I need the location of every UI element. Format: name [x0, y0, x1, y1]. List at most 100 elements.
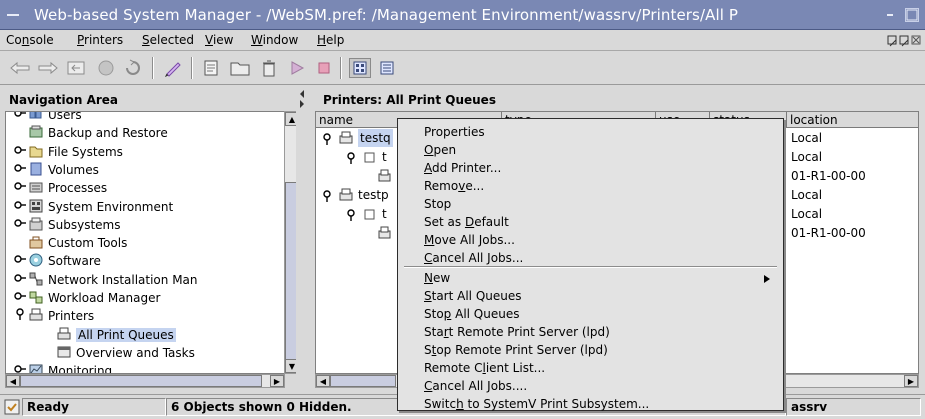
- context-menu-item-set-as-default[interactable]: Set as Default: [424, 213, 509, 231]
- nav-hscroll-thumb[interactable]: [20, 375, 262, 387]
- menu-printers[interactable]: Printers: [77, 33, 123, 47]
- context-menu-item-new[interactable]: New: [424, 269, 450, 287]
- context-menu-item-remove[interactable]: Remove...: [424, 177, 484, 195]
- context-menu-item-cancel-all-jobs[interactable]: Cancel All Jobs...: [424, 249, 523, 267]
- nav-item-volumes[interactable]: Volumes: [14, 161, 99, 179]
- nav-item-software[interactable]: Software: [14, 252, 101, 270]
- menu-selected[interactable]: Selected: [142, 33, 194, 47]
- nav-item-label: Workload Manager: [48, 291, 161, 305]
- expand-toggle-icon[interactable]: [14, 112, 28, 124]
- start-button[interactable]: [286, 58, 308, 78]
- large-icons-view-button[interactable]: [349, 58, 371, 78]
- context-menu-item-switch-to-systemv-print-subsystem[interactable]: Switch to SystemV Print Subsystem...: [424, 395, 649, 413]
- monitoring-icon: [28, 362, 44, 373]
- nav-item-subsystems[interactable]: Subsystems: [14, 216, 120, 234]
- nav-item-users[interactable]: Users: [14, 112, 82, 124]
- context-menu-item-open[interactable]: Open: [424, 141, 456, 159]
- nav-item-backup-and-restore[interactable]: Backup and Restore: [14, 124, 168, 142]
- system-environment-icon: [28, 198, 44, 216]
- nav-item-monitoring[interactable]: Monitoring: [14, 362, 113, 374]
- custom-tools-icon: [28, 234, 44, 252]
- nav-item-custom-tools[interactable]: Custom Tools: [14, 234, 127, 252]
- edit-button[interactable]: [163, 58, 185, 78]
- expand-toggle-icon[interactable]: [14, 198, 28, 216]
- context-menu-item-add-printer[interactable]: Add Printer...: [424, 159, 501, 177]
- nav-item-overview-and-tasks[interactable]: Overview and Tasks: [42, 344, 195, 362]
- column-header-location[interactable]: location: [787, 112, 918, 128]
- nav-scroll-right-button[interactable]: ▶: [270, 375, 284, 387]
- forward-icon: [38, 61, 58, 75]
- content-scroll-left-button[interactable]: ◀: [316, 375, 330, 387]
- toolbar: [0, 51, 925, 85]
- menu-view[interactable]: View: [205, 33, 233, 47]
- menu-help[interactable]: Help: [317, 33, 344, 47]
- context-menu-item-start-remote-print-server-lpd[interactable]: Start Remote Print Server (lpd): [424, 323, 610, 341]
- up-level-button[interactable]: [66, 58, 88, 78]
- context-menu: Properties Open Add Printer... Remove... Sto…: [397, 118, 784, 411]
- status-host: assrv: [786, 398, 921, 416]
- content-hscroll-thumb[interactable]: [330, 375, 396, 387]
- expand-toggle-icon[interactable]: [14, 252, 28, 270]
- edit-icon: [164, 62, 181, 77]
- context-menu-item-properties[interactable]: Properties: [424, 123, 485, 141]
- stop-button[interactable]: [95, 58, 117, 78]
- menu-bar: Console Printers Selected View Window He…: [0, 31, 925, 51]
- open-button[interactable]: [229, 58, 251, 78]
- nav-item-processes[interactable]: Processes: [14, 179, 107, 197]
- nav-item-workload-manager[interactable]: Workload Manager: [14, 289, 160, 307]
- expand-toggle-icon[interactable]: [14, 271, 28, 289]
- menu-window[interactable]: Window: [251, 33, 298, 47]
- minimize-button[interactable]: [883, 8, 897, 22]
- location-cell: Local: [791, 131, 823, 145]
- expand-toggle-icon[interactable]: [14, 216, 28, 234]
- stop-queue-icon: [318, 62, 330, 74]
- context-menu-item-move-all-jobs[interactable]: Move All Jobs...: [424, 231, 515, 249]
- volumes-icon: [28, 161, 44, 179]
- expand-toggle-icon[interactable]: [14, 362, 28, 373]
- delete-button[interactable]: [258, 58, 280, 78]
- expand-toggle-icon[interactable]: [14, 143, 28, 161]
- submenu-arrow-icon: [763, 273, 771, 287]
- properties-button[interactable]: [200, 58, 222, 78]
- context-menu-item-stop-all-queues[interactable]: Stop All Queues: [424, 305, 519, 323]
- network-installation-icon: [28, 271, 44, 289]
- forward-button[interactable]: [37, 58, 59, 78]
- nav-item-printers[interactable]: Printers: [14, 307, 94, 325]
- expand-toggle-icon[interactable]: [14, 289, 28, 307]
- menu-console[interactable]: Console: [6, 33, 54, 47]
- stop-queue-button[interactable]: [313, 58, 335, 78]
- detach-icon[interactable]: [886, 34, 922, 51]
- maximize-icon: [906, 9, 918, 21]
- nav-item-file-systems[interactable]: File Systems: [14, 143, 123, 161]
- expand-toggle-icon[interactable]: [14, 161, 28, 179]
- content-header: Printers: All Print Queues: [315, 90, 919, 110]
- context-menu-item-cancel-all-jobs[interactable]: Cancel All Jobs....: [424, 377, 527, 395]
- context-menu-item-stop-remote-print-server-lpd[interactable]: Stop Remote Print Server (lpd): [424, 341, 608, 359]
- nav-item-all-print-queues[interactable]: All Print Queues: [42, 326, 176, 344]
- queue-name: testp: [358, 188, 389, 202]
- context-menu-item-remote-client-list[interactable]: Remote Client List...: [424, 359, 545, 377]
- printer-icon: [28, 307, 44, 325]
- device-name: t: [382, 150, 387, 164]
- window-menu-button[interactable]: [6, 8, 20, 22]
- nav-item-label: File Systems: [48, 144, 123, 159]
- nav-item-label: Monitoring: [48, 364, 113, 374]
- content-scroll-right-button[interactable]: ▶: [904, 375, 918, 387]
- back-button[interactable]: [9, 58, 31, 78]
- nav-item-label: Subsystems: [48, 217, 121, 232]
- maximize-button[interactable]: [905, 8, 919, 22]
- collapse-arrows-icon: [300, 90, 304, 108]
- nav-item-network-installation-man[interactable]: Network Installation Man: [14, 271, 198, 289]
- large-icons-view-icon: [353, 61, 367, 75]
- nav-scroll-left-button[interactable]: ◀: [6, 375, 20, 387]
- collapse-toggle-icon[interactable]: [14, 307, 28, 325]
- context-menu-item-start-all-queues[interactable]: Start All Queues: [424, 287, 522, 305]
- expand-toggle-icon[interactable]: [14, 179, 28, 197]
- reload-button[interactable]: [122, 58, 144, 78]
- panel-splitter[interactable]: [296, 88, 308, 388]
- nav-horizontal-scrollbar[interactable]: ◀ ▶: [5, 374, 285, 388]
- nav-item-label: Custom Tools: [48, 236, 128, 251]
- details-view-button[interactable]: [376, 58, 398, 78]
- nav-item-system-environment[interactable]: System Environment: [14, 198, 173, 216]
- context-menu-item-stop[interactable]: Stop: [424, 195, 451, 213]
